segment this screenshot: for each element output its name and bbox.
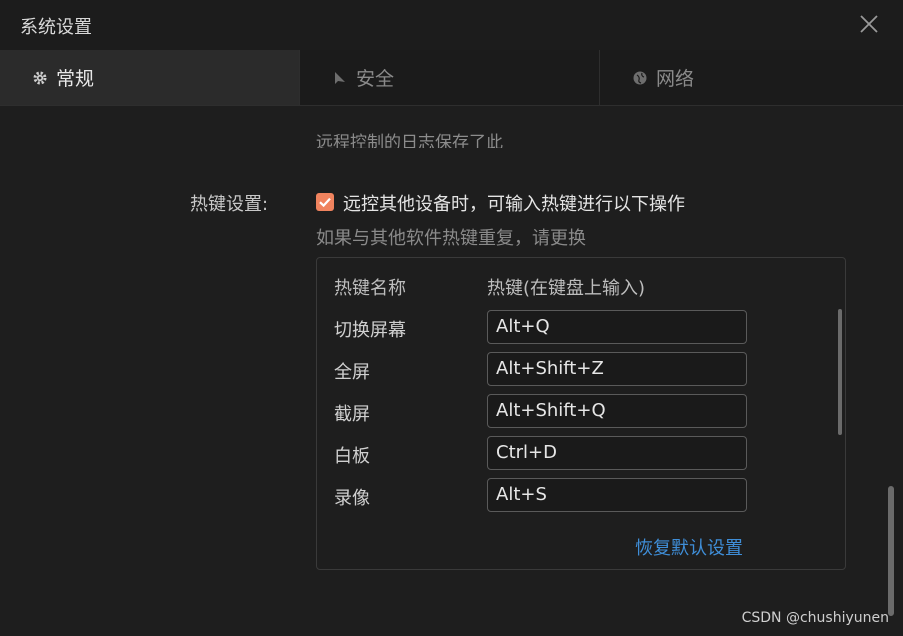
hotkey-row-name: 录像 bbox=[334, 488, 370, 509]
restore-defaults-link[interactable]: 恢复默认设置 bbox=[635, 534, 743, 560]
title-bar: 系统设置 bbox=[0, 0, 903, 51]
hotkey-row-name: 截屏 bbox=[334, 404, 370, 425]
shield-icon bbox=[332, 70, 348, 86]
hotkey-input-recording[interactable]: Alt+S bbox=[487, 478, 747, 512]
tab-network[interactable]: 网络 bbox=[600, 50, 903, 105]
hotkey-hint: 如果与其他软件热键重复，请更换 bbox=[316, 228, 586, 249]
gear-icon bbox=[32, 70, 48, 86]
close-icon bbox=[860, 15, 878, 33]
window-title: 系统设置 bbox=[20, 17, 92, 38]
content-scrollbar[interactable] bbox=[888, 486, 894, 616]
tab-network-label: 网络 bbox=[656, 68, 695, 90]
hotkey-settings-label: 热键设置: bbox=[190, 194, 269, 215]
hotkey-input-switch-screen[interactable]: Alt+Q bbox=[487, 310, 747, 344]
hotkey-input-whiteboard[interactable]: Ctrl+D bbox=[487, 436, 747, 470]
hotkey-row-name: 白板 bbox=[334, 446, 370, 467]
hotkey-enable-checkbox[interactable] bbox=[316, 193, 334, 211]
table-scrollbar[interactable] bbox=[838, 309, 842, 435]
hotkey-input-screenshot[interactable]: Alt+Shift+Q bbox=[487, 394, 747, 428]
tab-bar: 常规 安全 网络 bbox=[0, 50, 903, 106]
hotkey-table-panel: 热键名称 热键(在键盘上输入) 切换屏幕 Alt+Q 全屏 Alt+Shift+… bbox=[316, 257, 846, 570]
partially-visible-text: 远程控制的日志保存了此 bbox=[316, 133, 503, 148]
tab-security[interactable]: 安全 bbox=[300, 50, 600, 105]
general-settings-content: 远程控制的日志保存了此 热键设置: 远控其他设备时，可输入热键进行以下操作 如果… bbox=[0, 106, 903, 636]
hotkey-row-name: 全屏 bbox=[334, 362, 370, 383]
checkmark-icon bbox=[319, 197, 331, 208]
tab-security-label: 安全 bbox=[356, 68, 395, 90]
hotkey-input-fullscreen[interactable]: Alt+Shift+Z bbox=[487, 352, 747, 386]
hotkey-row-name: 切换屏幕 bbox=[334, 320, 406, 341]
watermark: CSDN @chushiyunen bbox=[741, 610, 889, 626]
globe-icon bbox=[632, 70, 648, 86]
close-button[interactable] bbox=[857, 12, 881, 36]
tab-general[interactable]: 常规 bbox=[0, 50, 300, 105]
column-header-key: 热键(在键盘上输入) bbox=[487, 278, 646, 299]
column-header-name: 热键名称 bbox=[334, 278, 406, 299]
hotkey-enable-label[interactable]: 远控其他设备时，可输入热键进行以下操作 bbox=[343, 190, 685, 216]
tab-general-label: 常规 bbox=[56, 68, 95, 90]
